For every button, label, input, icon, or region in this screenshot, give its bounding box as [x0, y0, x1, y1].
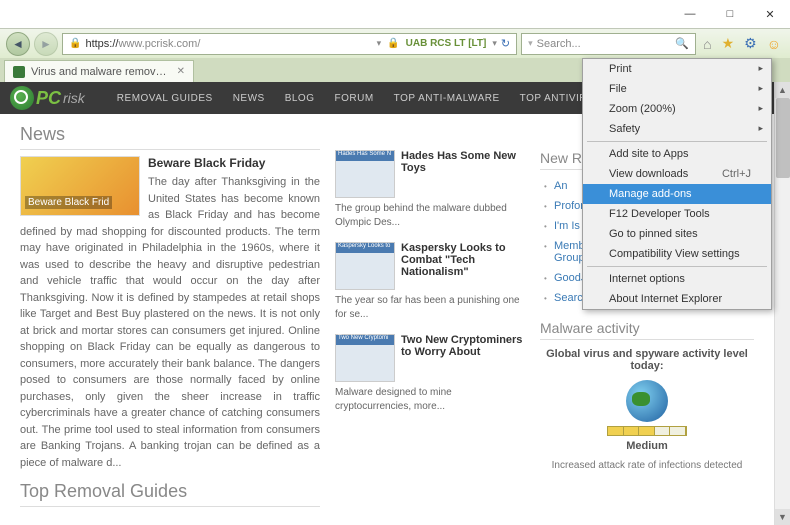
removal-link[interactable]: An	[554, 180, 567, 192]
back-button[interactable]: ◄	[6, 32, 30, 56]
malware-activity-heading: Malware activity	[540, 320, 754, 340]
menu-separator	[587, 266, 767, 267]
mini-article-image[interactable]: Hades Has Some N	[335, 150, 395, 198]
browser-tab[interactable]: Virus and malware removal i... ✕	[4, 60, 194, 82]
cert-label: UAB RCS LT [LT]	[406, 38, 487, 49]
search-provider-dd-icon[interactable]: ▾	[528, 38, 533, 49]
scroll-up-icon[interactable]: ▲	[775, 82, 790, 98]
refresh-icon[interactable]: ↻	[501, 37, 510, 50]
search-placeholder: Search...	[537, 38, 581, 50]
nav-removal-guides[interactable]: REMOVAL GUIDES	[109, 93, 221, 104]
menu-about-ie[interactable]: About Internet Explorer	[583, 289, 771, 309]
mini-article-image[interactable]: Two New Cryptomi	[335, 334, 395, 382]
mini-article-text: Malware designed to mine cryptocurrencie…	[335, 382, 525, 414]
logo-text-1: PC	[36, 88, 61, 109]
activity-meter	[607, 426, 687, 436]
forward-button[interactable]: ►	[34, 32, 58, 56]
activity-level: Medium	[540, 440, 754, 452]
home-icon[interactable]: ⌂	[700, 36, 714, 52]
menu-label: View downloads	[609, 168, 688, 180]
main-article: Beware Black Friday The day after Thanks…	[20, 156, 320, 471]
tools-gear-icon[interactable]: ⚙	[741, 35, 760, 52]
globe-icon	[626, 380, 668, 422]
browser-toolbar: ◄ ► 🔒 https:// www.pcrisk.com/ ▾ 🔒 UAB R…	[0, 28, 790, 58]
article-image[interactable]	[20, 156, 140, 216]
menu-internet-options[interactable]: Internet options	[583, 269, 771, 289]
menu-add-site-to-apps[interactable]: Add site to Apps	[583, 144, 771, 164]
logo-icon	[10, 86, 34, 110]
menu-shortcut: Ctrl+J	[722, 168, 751, 180]
close-button[interactable]: ✕	[750, 0, 790, 28]
url-host: www.pcrisk.com/	[118, 38, 376, 50]
lock-icon: 🔒	[69, 38, 81, 49]
feedback-smiley-icon[interactable]: ☺	[764, 36, 784, 52]
site-logo[interactable]: PC risk	[10, 86, 85, 110]
scroll-thumb[interactable]	[776, 98, 790, 178]
cert-dd-icon[interactable]: ▾	[492, 38, 497, 49]
menu-view-downloads[interactable]: View downloads Ctrl+J	[583, 164, 771, 184]
menu-safety[interactable]: Safety	[583, 119, 771, 139]
nav-news[interactable]: NEWS	[225, 93, 273, 104]
nav-blog[interactable]: BLOG	[277, 93, 323, 104]
menu-print[interactable]: Print	[583, 59, 771, 79]
url-scheme: https://	[85, 38, 118, 50]
mini-article-text: The year so far has been a punishing one…	[335, 290, 525, 322]
search-icon[interactable]: 🔍	[675, 37, 689, 50]
vertical-scrollbar[interactable]: ▲ ▼	[774, 82, 790, 525]
minimize-button[interactable]: —	[670, 0, 710, 28]
menu-zoom[interactable]: Zoom (200%)	[583, 99, 771, 119]
address-bar[interactable]: 🔒 https:// www.pcrisk.com/ ▾ 🔒 UAB RCS L…	[62, 33, 517, 55]
menu-pinned-sites[interactable]: Go to pinned sites	[583, 224, 771, 244]
mini-article: Two New Cryptomi Two New Cryptominers to…	[335, 334, 525, 414]
menu-file[interactable]: File	[583, 79, 771, 99]
mini-article: Hades Has Some N Hades Has Some New Toys…	[335, 150, 525, 230]
search-box[interactable]: ▾ Search... 🔍	[521, 33, 696, 55]
mini-article-image[interactable]: Kaspersky Looks to	[335, 242, 395, 290]
menu-manage-addons[interactable]: Manage add-ons	[583, 184, 771, 204]
activity-footer: Increased attack rate of infections dete…	[540, 460, 754, 471]
activity-title: Global virus and spyware activity level …	[540, 348, 754, 372]
top-removal-heading: Top Removal Guides	[20, 481, 320, 507]
nav-forum[interactable]: FORUM	[327, 93, 382, 104]
menu-f12-devtools[interactable]: F12 Developer Tools	[583, 204, 771, 224]
nav-antimalware[interactable]: TOP ANTI-MALWARE	[386, 93, 508, 104]
favorites-icon[interactable]: ★	[719, 35, 738, 52]
tab-title: Virus and malware removal i...	[31, 66, 171, 78]
logo-text-2: risk	[63, 90, 85, 106]
mini-article: Kaspersky Looks to Kaspersky Looks to Co…	[335, 242, 525, 322]
menu-separator	[587, 141, 767, 142]
cert-lock-icon: 🔒	[387, 38, 399, 49]
menu-compat-view[interactable]: Compatibility View settings	[583, 244, 771, 264]
scroll-down-icon[interactable]: ▼	[775, 509, 790, 525]
news-heading: News	[20, 124, 320, 150]
maximize-button[interactable]: □	[710, 0, 750, 28]
tab-favicon-icon	[13, 66, 25, 78]
article-text: The day after Thanksgiving in the United…	[20, 174, 320, 471]
tab-close-icon[interactable]: ✕	[177, 66, 185, 77]
tools-menu: Print File Zoom (200%) Safety Add site t…	[582, 58, 772, 310]
mini-article-text: The group behind the malware dubbed Olym…	[335, 198, 525, 230]
refresh-dd-icon[interactable]: ▾	[377, 38, 382, 49]
